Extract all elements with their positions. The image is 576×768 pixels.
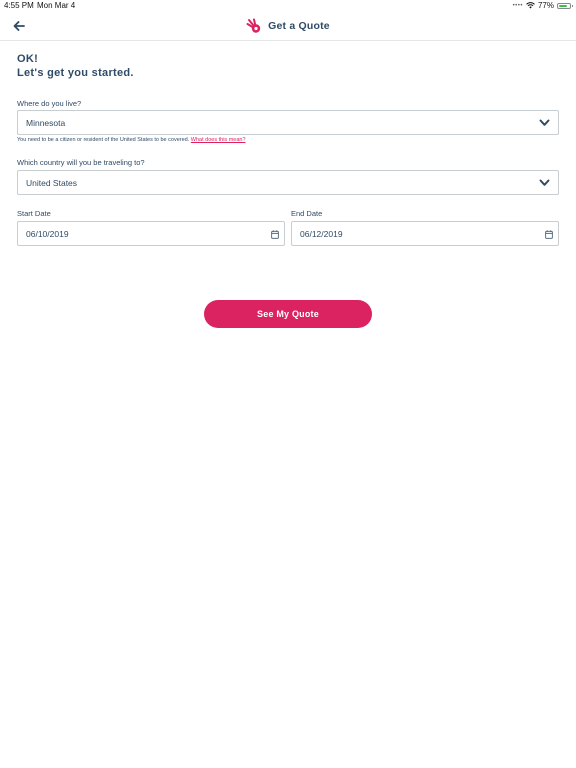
destination-select[interactable]: United States xyxy=(17,170,559,195)
status-bar: 4:55 PM Mon Mar 4 •••• 77% xyxy=(0,0,576,12)
hand-logo-icon xyxy=(246,18,261,33)
status-date: Mon Mar 4 xyxy=(37,1,76,10)
nav-bar: Get a Quote xyxy=(0,12,576,41)
signal-dots-icon: •••• xyxy=(512,2,523,9)
see-my-quote-button[interactable]: See My Quote xyxy=(204,300,372,328)
chevron-down-icon xyxy=(539,179,550,186)
heading-line-1: OK! xyxy=(17,53,39,65)
battery-cap xyxy=(571,4,573,7)
battery-percent: 77% xyxy=(537,1,554,10)
wifi-icon xyxy=(526,2,535,9)
end-date-input[interactable]: 06/12/2019 xyxy=(291,221,559,246)
start-date-input[interactable]: 06/10/2019 xyxy=(17,221,285,246)
destination-value: United States xyxy=(26,178,78,188)
nav-title-group: Get a Quote xyxy=(0,18,576,34)
form-heading: OK! Let's get you started. xyxy=(17,52,134,80)
status-indicators: •••• 77% xyxy=(512,1,573,10)
calendar-icon xyxy=(545,230,553,239)
residence-label: Where do you live? xyxy=(17,99,82,108)
start-date-label: Start Date xyxy=(17,209,51,218)
start-date-value: 06/10/2019 xyxy=(26,229,69,239)
residence-select[interactable]: Minnesota xyxy=(17,110,559,135)
battery-level xyxy=(559,4,567,7)
end-date-value: 06/12/2019 xyxy=(300,229,343,239)
end-date-label: End Date xyxy=(291,209,323,218)
destination-label: Which country will you be traveling to? xyxy=(17,158,145,167)
residence-note: You need to be a citizen or resident of … xyxy=(17,137,246,143)
residence-note-text: You need to be a citizen or resident of … xyxy=(17,137,190,143)
page-title: Get a Quote xyxy=(268,20,330,32)
calendar-icon xyxy=(271,230,279,239)
status-time: 4:55 PM xyxy=(4,1,34,10)
heading-line-2: Let's get you started. xyxy=(17,67,134,79)
what-does-this-mean-link[interactable]: What does this mean? xyxy=(191,137,246,143)
residence-value: Minnesota xyxy=(26,118,66,128)
chevron-down-icon xyxy=(539,119,550,126)
battery-icon xyxy=(557,2,573,9)
